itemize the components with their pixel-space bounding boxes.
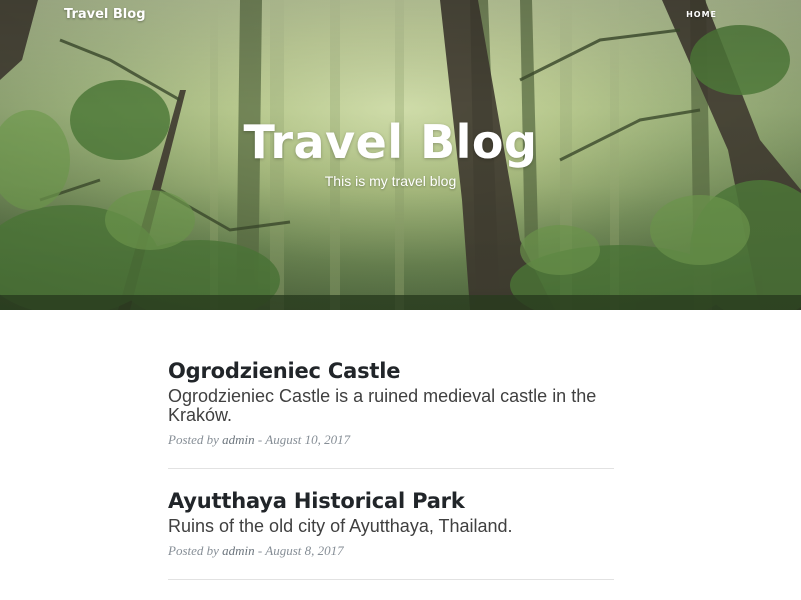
nav-link-home[interactable]: HOME [686, 9, 717, 21]
post-title: Ayutthaya Historical Park [168, 489, 465, 513]
post-subtitle: Ruins of the old city of Ayutthaya, Thai… [168, 516, 513, 536]
post-title: Ogrodzieniec Castle [168, 359, 401, 383]
navbar-brand-link[interactable]: Travel Blog [64, 6, 146, 24]
post-date: August 10, 2017 [265, 432, 351, 447]
post-meta: Posted by admin - August 10, 2017 [168, 432, 351, 447]
post-meta-posted-by: Posted by [168, 543, 219, 558]
post-link-ogrodzieniec[interactable]: Ogrodzieniec Castle Ogrodzieniec Castle … [168, 355, 614, 425]
post-meta-posted-by: Posted by [168, 432, 219, 447]
post-meta: Posted by admin - August 8, 2017 [168, 543, 344, 558]
post-divider [168, 579, 614, 580]
post-subtitle: Ogrodzieniec Castle is a ruined medieval… [168, 386, 597, 425]
post-date: August 8, 2017 [265, 543, 344, 558]
hero-title: Travel Blog [243, 115, 538, 169]
post-link-ayutthaya[interactable]: Ayutthaya Historical Park Ruins of the o… [168, 485, 614, 536]
post-author-link[interactable]: admin [222, 432, 255, 447]
header-hero: Travel Blog HOME Travel Blog This is my … [0, 0, 801, 310]
hero-subtitle: This is my travel blog [324, 173, 457, 189]
post-list: Ogrodzieniec Castle Ogrodzieniec Castle … [168, 355, 614, 580]
post-author-link[interactable]: admin [222, 543, 255, 558]
post-preview: Ogrodzieniec Castle Ogrodzieniec Castle … [168, 355, 614, 448]
post-preview: Ayutthaya Historical Park Ruins of the o… [168, 485, 614, 559]
post-divider [168, 468, 614, 469]
